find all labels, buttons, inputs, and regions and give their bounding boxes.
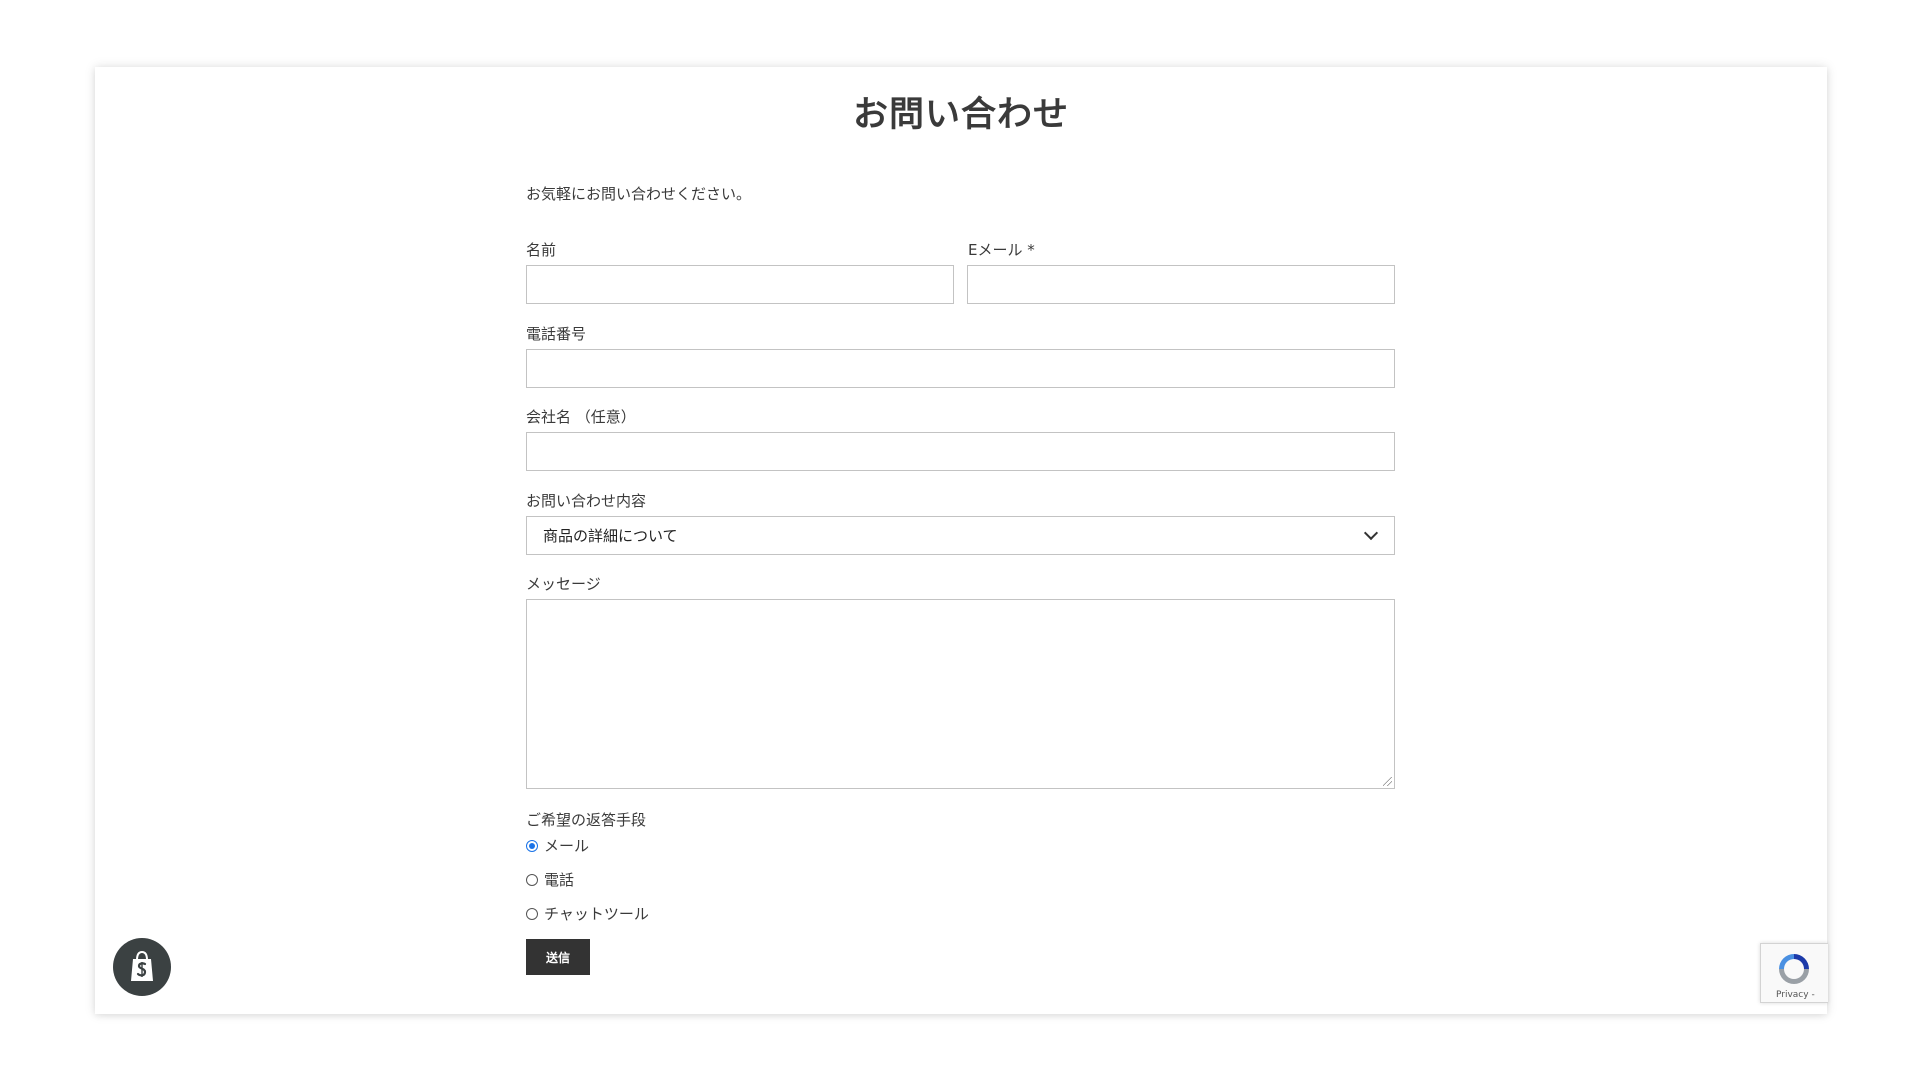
company-label: 会社名 （任意） <box>526 408 636 426</box>
page-title: お問い合わせ <box>852 95 1069 135</box>
chevron-down-icon <box>1363 525 1379 541</box>
message-textarea[interactable] <box>526 599 1395 789</box>
reply-option-email[interactable]: メール <box>526 835 589 856</box>
submit-button[interactable]: 送信 <box>526 939 590 975</box>
radio-checked-icon[interactable] <box>526 839 538 852</box>
page-frame: お問い合わせ お気軽にお問い合わせください。 名前 Eメール * 電話番号 会社… <box>95 67 1827 1014</box>
company-field[interactable] <box>526 432 1395 471</box>
reply-option-phone[interactable]: 電話 <box>526 869 574 890</box>
reply-method-label: ご希望の返答手段 <box>526 811 647 829</box>
radio-unchecked-icon[interactable] <box>526 873 538 886</box>
recaptcha-privacy-text[interactable]: Privacy - <box>1776 990 1815 1000</box>
email-label: Eメール * <box>968 241 1035 259</box>
phone-label: 電話番号 <box>526 325 587 343</box>
inquiry-select-value: 商品の詳細について <box>543 527 678 545</box>
recaptcha-badge[interactable]: Privacy - <box>1760 943 1828 1003</box>
inquiry-label: お問い合わせ内容 <box>526 492 647 510</box>
resize-grip-icon[interactable] <box>1383 777 1392 786</box>
inquiry-select[interactable]: 商品の詳細について <box>526 516 1395 555</box>
email-field[interactable] <box>967 265 1395 304</box>
reply-option-label: チャットツール <box>544 905 649 923</box>
name-field[interactable] <box>526 265 954 304</box>
message-label: メッセージ <box>526 575 601 593</box>
recaptcha-icon <box>1779 954 1809 984</box>
reply-option-label: メール <box>544 837 590 855</box>
reply-option-chat[interactable]: チャットツール <box>526 903 649 924</box>
phone-field[interactable] <box>526 349 1395 388</box>
shopify-bag-icon[interactable] <box>113 938 171 996</box>
name-label: 名前 <box>526 241 557 259</box>
intro-text: お気軽にお問い合わせください。 <box>526 185 752 203</box>
shopify-bag-icon-svg <box>131 950 153 981</box>
reply-option-label: 電話 <box>544 871 575 889</box>
radio-unchecked-icon[interactable] <box>526 907 538 920</box>
